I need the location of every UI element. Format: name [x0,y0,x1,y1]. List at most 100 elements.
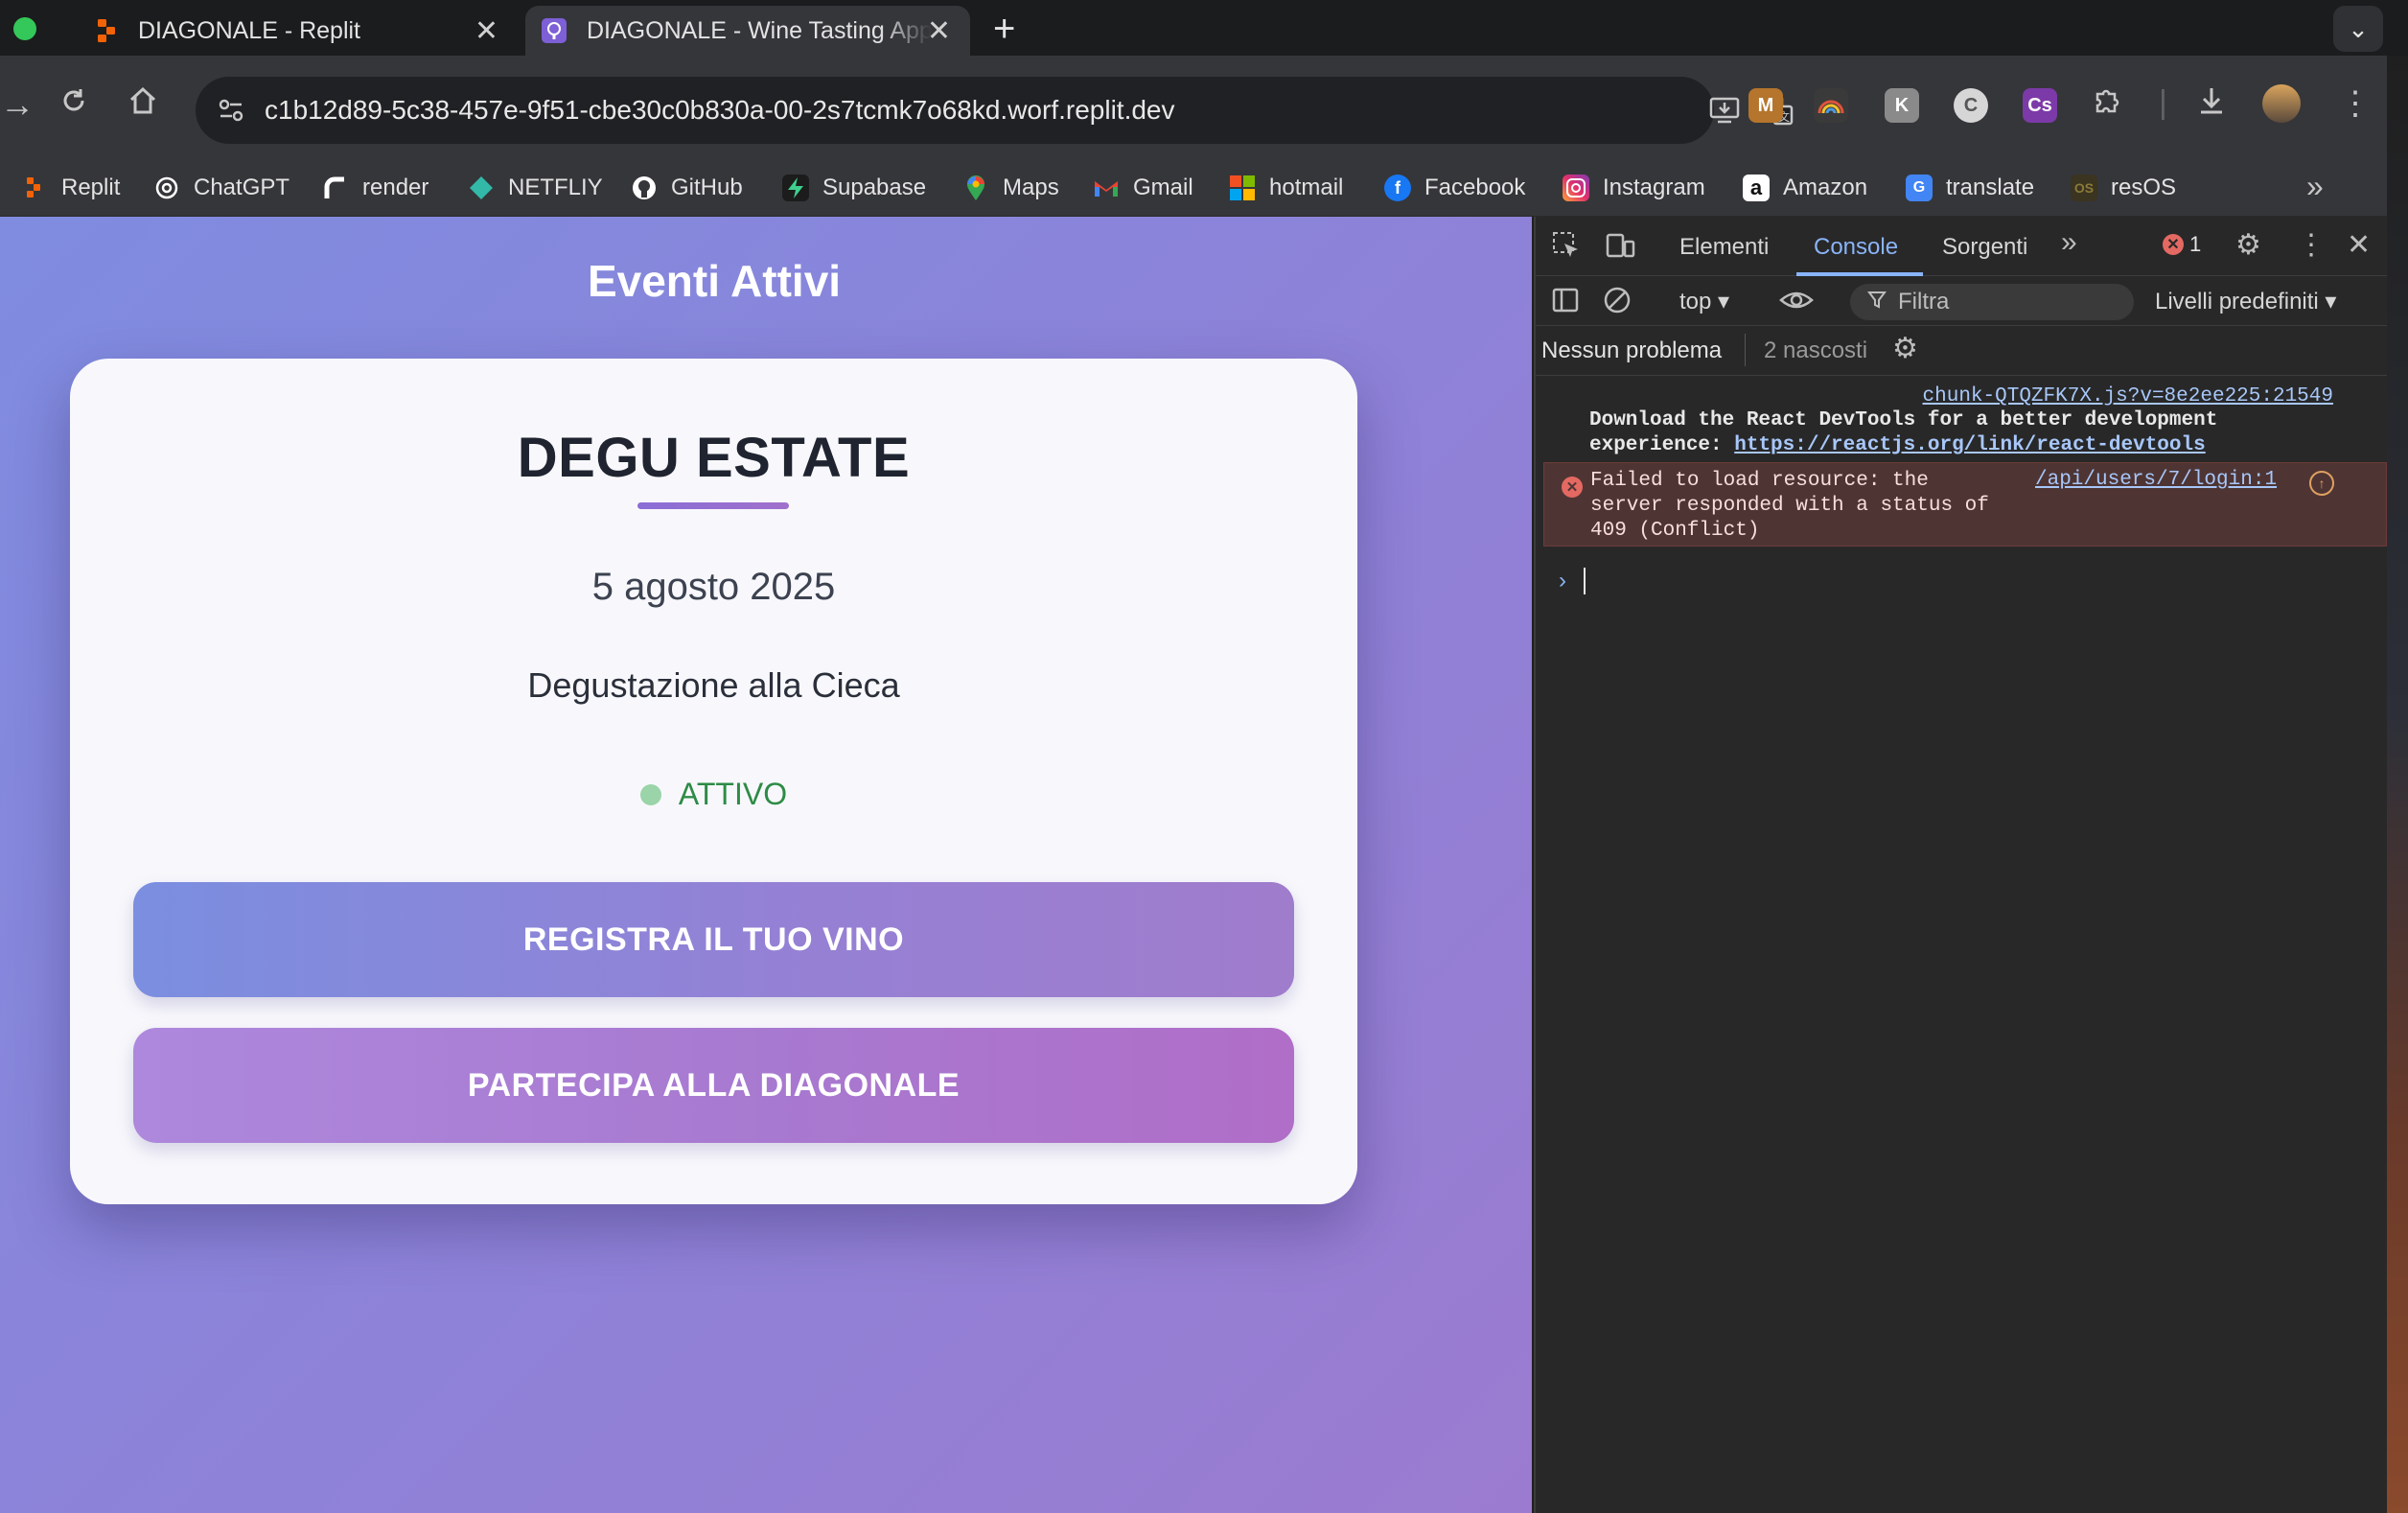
console-input[interactable] [1584,568,1586,594]
react-devtools-link[interactable]: https://reactjs.org/link/react-devtools [1734,434,2205,456]
filter-funnel-icon [1867,289,1887,315]
context-selector[interactable]: top ▾ [1679,288,1729,315]
extension-k-icon[interactable]: K [1885,88,1919,123]
amazon-icon: a [1743,175,1770,201]
tab-diagonale[interactable]: DIAGONALE - Wine Tasting App ✕ [525,6,970,56]
extension-1-icon[interactable]: M [1748,88,1783,123]
profile-avatar[interactable] [2262,84,2301,123]
toolbar-divider: | [2159,84,2167,121]
devtools-tabbar: Elementi Console Sorgenti » ✕ 1 ⚙ ⋮ ✕ [1536,217,2389,276]
openai-icon [153,175,180,201]
window-zoom-button[interactable] [13,17,36,40]
extension-cs-icon[interactable]: Cs [2023,88,2057,123]
install-app-icon[interactable] [1708,94,1741,134]
render-icon [322,175,349,201]
browser-menu-icon[interactable]: ⋮ [2339,84,2372,123]
more-bookmarks-icon[interactable]: » [2306,169,2324,204]
issues-label[interactable]: Nessun problema [1541,338,1722,364]
register-wine-button[interactable]: REGISTRA IL TUO VINO [133,882,1294,997]
bookmark-amazon[interactable]: a Amazon [1743,169,1867,207]
close-devtools-icon[interactable]: ✕ [2347,228,2371,262]
event-card: DEGU ESTATE 5 agosto 2025 Degustazione a… [70,359,1357,1204]
tab-close-icon[interactable]: ✕ [475,14,498,48]
network-request-icon[interactable]: ↑ [2309,471,2334,496]
downloads-icon[interactable] [2195,84,2228,126]
console-message-error: ✕ Failed to load resource: the server re… [1543,462,2387,547]
console-prompt-icon: › [1559,568,1566,594]
hidden-count-label: 2 nascosti [1764,338,1868,363]
clear-console-icon[interactable] [1603,286,1632,322]
tab-console[interactable]: Console [1814,234,1898,261]
console-message-info: chunk-QTQZFK7X.js?v=8e2ee225:21549 Downl… [1536,376,2389,460]
page-title: Eventi Attivi [587,256,842,306]
console-settings-gear-icon[interactable]: ⚙ [1892,332,1918,365]
page-viewport: Eventi Attivi DEGU ESTATE 5 agosto 2025 … [0,217,1532,1513]
devtools-panel: Elementi Console Sorgenti » ✕ 1 ⚙ ⋮ ✕ to… [1534,217,2389,1513]
bookmark-replit[interactable]: Replit [21,169,120,207]
status-badge: ATTIVO [70,777,1357,812]
error-icon: ✕ [2163,234,2184,255]
sidebar-toggle-icon[interactable] [1551,286,1580,322]
message-source-link[interactable]: chunk-QTQZFK7X.js?v=8e2ee225:21549 [1923,385,2333,407]
error-count-badge[interactable]: ✕ 1 [2163,232,2201,257]
bookmark-maps[interactable]: Maps [962,169,1059,207]
new-tab-button[interactable]: + [993,8,1015,51]
tab-replit[interactable]: DIAGONALE - Replit ✕ [77,6,518,56]
bookmark-hotmail[interactable]: hotmail [1229,169,1343,207]
reload-icon[interactable] [58,84,90,126]
error-source-link[interactable]: /api/users/7/login:1 [2035,469,2277,491]
gmail-icon [1093,175,1120,201]
bookmark-chatgpt[interactable]: ChatGPT [153,169,289,207]
devtools-menu-icon[interactable]: ⋮ [2297,228,2326,262]
extension-c-icon[interactable]: C [1954,88,1988,123]
live-expression-eye-icon[interactable] [1779,286,1814,322]
tab-title: DIAGONALE - Replit [138,16,361,44]
supabase-icon [782,175,809,201]
inspect-element-icon[interactable] [1551,230,1582,268]
bookmark-supabase[interactable]: Supabase [782,169,926,207]
replit-favicon-icon [92,17,119,44]
event-name-underline [637,502,789,509]
bookmarks-bar: Replit ChatGPT render NETFLIY GitHub Sup… [0,161,2408,217]
event-name: DEGU ESTATE [517,427,911,489]
extension-rainbow-icon[interactable] [1814,88,1848,123]
error-icon: ✕ [1562,477,1583,498]
issues-divider [1745,334,1746,366]
address-bar[interactable]: c1b12d89-5c38-457e-9f51-cbe30c0b830a-00-… [196,77,1843,144]
console-filter-input[interactable]: Filtra [1850,284,2134,320]
netlify-icon [468,175,495,201]
tab-elements[interactable]: Elementi [1679,234,1769,261]
tab-search-button[interactable]: ⌄ [2333,6,2383,52]
tab-sources[interactable]: Sorgenti [1942,234,2027,261]
extensions-puzzle-icon[interactable] [2092,84,2124,126]
maps-pin-icon [962,175,989,201]
bookmark-github[interactable]: GitHub [631,169,743,207]
replit-icon [21,175,48,201]
translate-icon: G [1906,175,1933,201]
device-toolbar-icon[interactable] [1605,230,1635,268]
bookmark-gmail[interactable]: Gmail [1093,169,1193,207]
bookmark-netlify[interactable]: NETFLIY [468,169,603,207]
tab-close-icon[interactable]: ✕ [927,14,951,48]
bookmark-translate[interactable]: G translate [1906,169,2034,207]
facebook-icon: f [1384,175,1411,201]
log-levels-dropdown[interactable]: Livelli predefiniti ▾ [2155,288,2336,315]
bookmark-facebook[interactable]: f Facebook [1384,169,1525,207]
instagram-icon [1563,175,1589,201]
site-settings-icon[interactable] [215,94,247,127]
bookmark-instagram[interactable]: Instagram [1563,169,1705,207]
github-icon [631,175,658,201]
settings-gear-icon[interactable]: ⚙ [2235,228,2261,262]
home-icon[interactable] [127,84,159,126]
event-date: 5 agosto 2025 [591,566,836,608]
join-diagonale-button[interactable]: PARTECIPA ALLA DIAGONALE [133,1028,1294,1143]
status-label: ATTIVO [678,777,788,811]
bookmark-resos[interactable]: OS resOS [2071,169,2176,207]
bookmark-render[interactable]: render [322,169,428,207]
more-tabs-icon[interactable]: » [2061,226,2077,259]
browser-toolbar: → c1b12d89-5c38-457e-9f51-cbe30c0b830a-0… [0,56,2408,161]
forward-icon[interactable]: → [0,84,35,125]
tab-strip: DIAGONALE - Replit ✕ DIAGONALE - Wine Ta… [0,0,2408,56]
tab-title: DIAGONALE - Wine Tasting App [587,16,932,44]
message-text: Download the React DevTools for a better… [1589,409,2218,456]
